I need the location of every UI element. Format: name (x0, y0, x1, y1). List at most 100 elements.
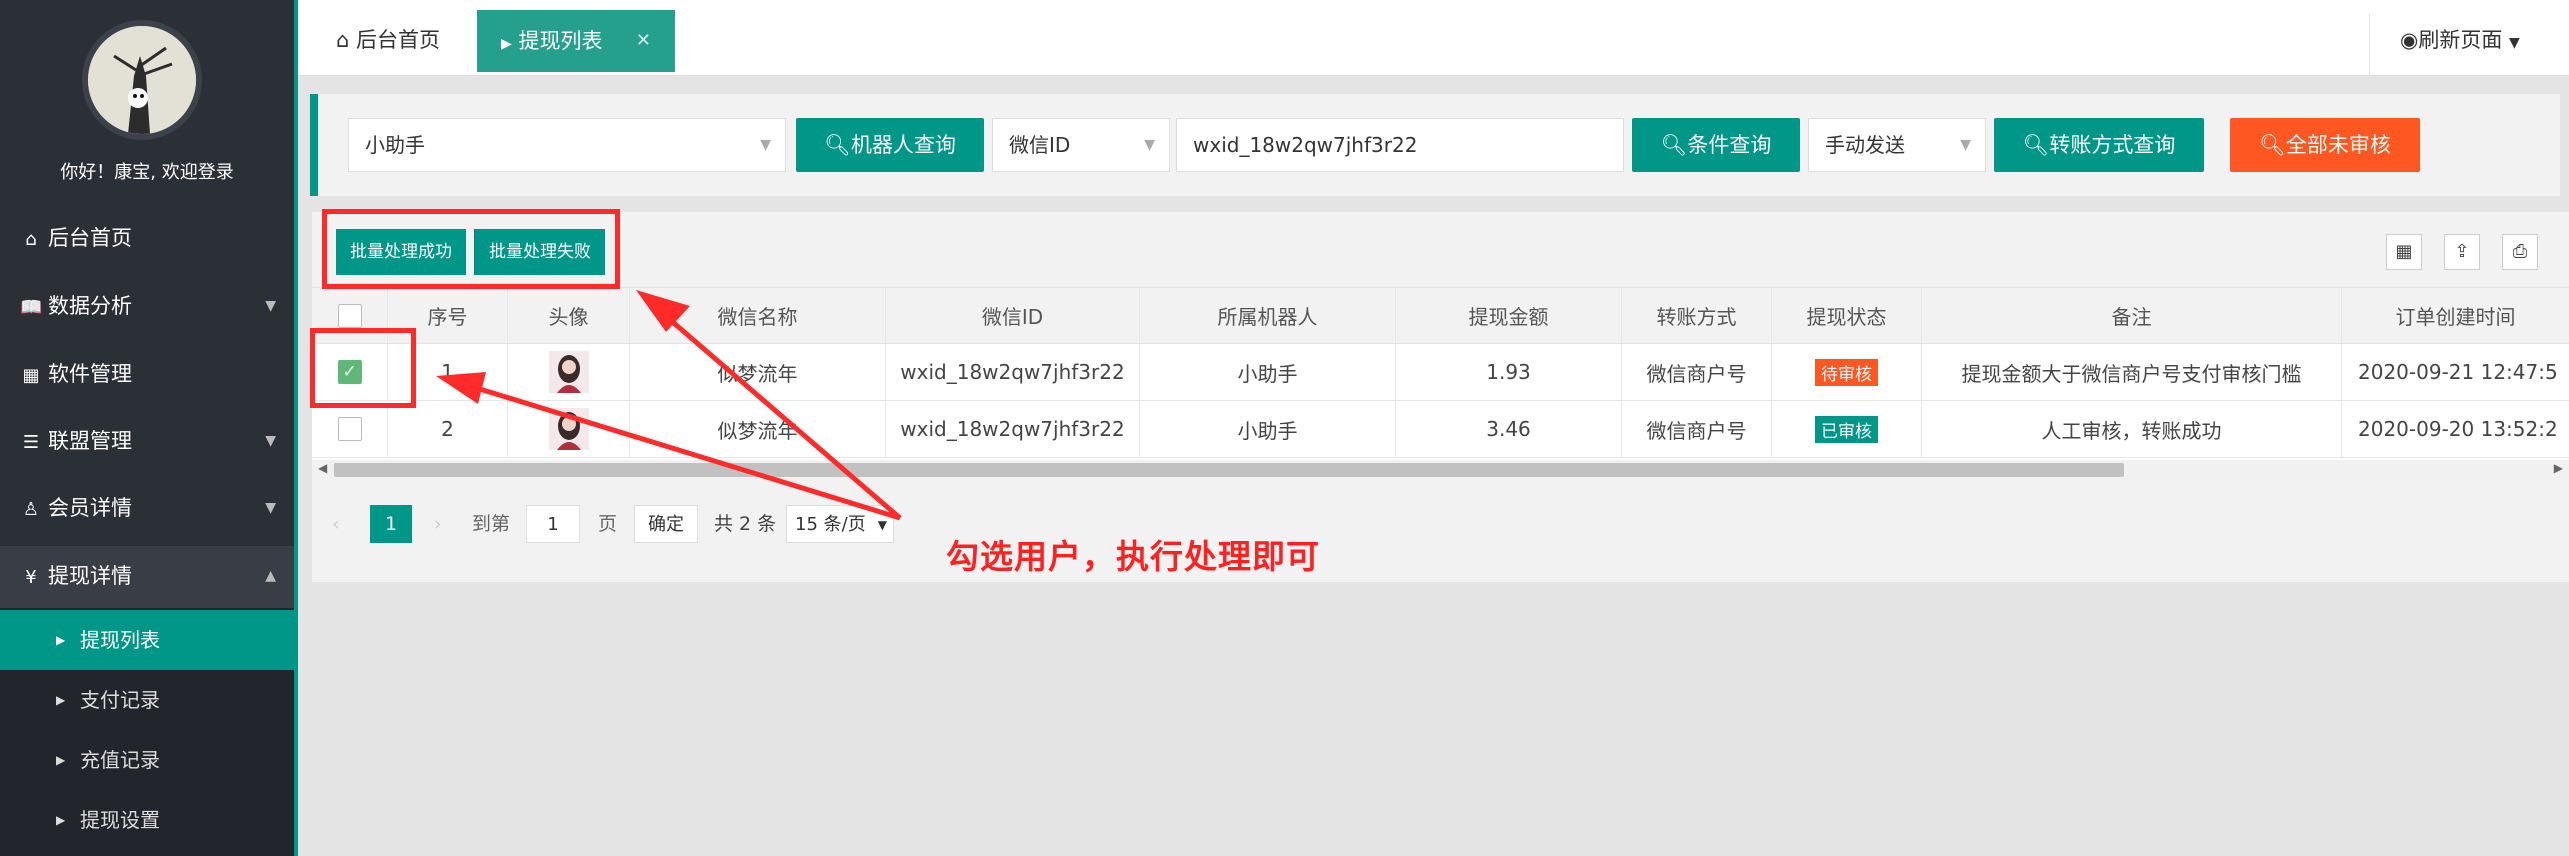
column-header[interactable]: 微信名称 (630, 288, 886, 343)
scroll-left-icon[interactable]: ◀ (318, 461, 327, 475)
sidebar-item-home[interactable]: ⌂ 后台首页 (0, 208, 294, 268)
next-page-icon[interactable]: › (434, 505, 442, 543)
user-avatar-thumb[interactable] (548, 351, 589, 393)
user-icon: ♙ (22, 499, 40, 520)
sidebar-item-withdraw[interactable]: ¥ 提现详情 ▲ (0, 546, 294, 608)
cell-status: 待审核 (1772, 344, 1922, 400)
top-tab-bar: ⌂ 后台首页 ▶ 提现列表 ✕ ◉刷新页面 ▼ (298, 0, 2569, 76)
sidebar-item-label: 后台首页 (48, 226, 132, 250)
field-select-value: 微信ID (1009, 133, 1071, 157)
table-row[interactable]: ✓ 1 似梦流年 wxid_18w2qw7jhf3r22 小助手 1.93 微信… (312, 344, 2569, 401)
per-page-select[interactable]: 15 条/页 ▼ (786, 505, 894, 543)
annotation-text: 勾选用户，执行处理即可 (946, 537, 1320, 576)
table-panel: 批量处理成功 批量处理失败 ▦ ⇪ ⎙ 序号 头像 微信名称 微信ID 所属机器… (312, 212, 2569, 582)
status-badge: 已审核 (1815, 415, 1878, 443)
per-page-value: 15 条/页 (795, 514, 866, 535)
chevron-down-icon: ▼ (760, 137, 771, 153)
goto-confirm-button[interactable]: 确定 (634, 505, 698, 543)
cell-remark: 提现金额大于微信商户号支付审核门槛 (1922, 344, 2342, 400)
sidebar-item-software[interactable]: ▦ 软件管理 (0, 344, 294, 404)
button-label: 机器人查询 (850, 133, 956, 157)
robot-query-button[interactable]: 🔍︎机器人查询 (796, 118, 984, 172)
cell-robot: 小助手 (1140, 401, 1396, 457)
column-header[interactable]: 提现金额 (1396, 288, 1622, 343)
user-avatar-thumb[interactable] (548, 408, 589, 450)
button-label: 全部未审核 (2285, 133, 2391, 157)
search-icon: 🔍︎ (824, 133, 851, 157)
scroll-right-icon[interactable]: ▶ (2554, 461, 2563, 475)
cell-created-time: 2020-09-20 13:52:2 (2358, 417, 2558, 441)
close-icon[interactable]: ✕ (636, 10, 651, 72)
row-select-cell (312, 401, 388, 457)
sidebar-subitem-recharge-records[interactable]: ▶ 充值记录 (0, 730, 294, 790)
chevron-down-icon: ▼ (1144, 137, 1155, 153)
welcome-text: 你好！康宝, 欢迎登录 (60, 162, 234, 183)
sidebar-subitem-payment-records[interactable]: ▶ 支付记录 (0, 670, 294, 730)
cell-avatar (508, 344, 630, 400)
column-header[interactable]: 微信ID (886, 288, 1140, 343)
sidebar-subitem-withdraw-list[interactable]: ▶ 提现列表 (0, 610, 294, 670)
search-icon: 🔍︎ (2022, 133, 2050, 157)
caret-down-icon: ▼ (265, 500, 276, 516)
transfer-query-button[interactable]: 🔍︎转账方式查询 (1994, 118, 2204, 172)
sidebar-item-alliance[interactable]: ☰ 联盟管理 ▼ (0, 411, 294, 471)
column-header[interactable]: 备注 (1922, 288, 2342, 343)
sidebar-edge (294, 0, 298, 856)
refresh-page-button[interactable]: ◉刷新页面 ▼ (2369, 14, 2569, 76)
field-select[interactable]: 微信ID ▼ (992, 118, 1170, 172)
yen-icon: ¥ (25, 567, 37, 588)
table-row[interactable]: 2 似梦流年 wxid_18w2qw7jhf3r22 小助手 3.46 微信商户… (312, 401, 2569, 458)
cell-created-time: 2020-09-21 12:47:5 (2358, 360, 2558, 384)
transfer-method-select[interactable]: 手动发送 ▼ (1808, 118, 1986, 172)
page-current[interactable]: 1 (370, 505, 412, 543)
prev-page-icon[interactable]: ‹ (332, 505, 340, 543)
select-all-checkbox[interactable] (337, 303, 362, 328)
robot-select[interactable]: 小助手 ▼ (348, 118, 786, 172)
sidebar-item-members[interactable]: ♙ 会员详情 ▼ (0, 478, 294, 538)
caret-up-icon: ▲ (265, 568, 276, 584)
cell-status: 已审核 (1772, 401, 1922, 457)
refresh-label: 刷新页面 (2418, 28, 2503, 52)
method-select-value: 手动发送 (1825, 133, 1905, 157)
row-checkbox[interactable] (337, 417, 362, 441)
grid-icon: ▦ (22, 365, 40, 386)
triangle-right-icon: ▶ (56, 813, 66, 827)
export-icon[interactable]: ⇪ (2444, 234, 2480, 270)
scrollbar-thumb[interactable] (334, 463, 2124, 477)
button-label: 转账方式查询 (2049, 133, 2176, 157)
horizontal-scrollbar[interactable]: ◀ ▶ (312, 460, 2569, 480)
triangle-right-icon: ▶ (56, 633, 66, 647)
avatar-image (556, 412, 581, 450)
column-header[interactable]: 订单创建时间 (2342, 288, 2569, 343)
sidebar-item-data-analysis[interactable]: 📖 数据分析 ▼ (0, 276, 294, 336)
cell-no: 2 (388, 401, 508, 457)
goto-page-input[interactable]: 1 (526, 505, 580, 543)
all-unreviewed-button[interactable]: 🔍︎全部未审核 (2230, 118, 2420, 172)
pagination: ‹ 1 › 到第 1 页 确定 共 2 条 15 条/页 ▼ (312, 480, 2569, 582)
tab-withdraw-list[interactable]: ▶ 提现列表 ✕ (477, 10, 675, 72)
column-header[interactable]: 所属机器人 (1140, 288, 1396, 343)
print-icon[interactable]: ⎙ (2502, 234, 2538, 270)
list-icon: ☰ (22, 432, 40, 453)
cell-wechat-name: 似梦流年 (630, 401, 886, 457)
caret-down-icon: ▼ (2509, 35, 2520, 51)
sidebar-subitem-label: 充值记录 (80, 748, 160, 772)
condition-query-button[interactable]: 🔍︎条件查询 (1632, 118, 1800, 172)
status-badge: 待审核 (1815, 358, 1878, 386)
search-icon: 🔍︎ (1660, 133, 1688, 157)
cell-robot: 小助手 (1140, 344, 1396, 400)
total-count: 共 2 条 (714, 513, 777, 535)
sidebar-subitem-withdraw-settings[interactable]: ▶ 提现设置 (0, 790, 294, 850)
keyword-input[interactable]: wxid_18w2qw7jhf3r22 (1176, 118, 1624, 172)
cell-avatar (508, 401, 630, 457)
column-header[interactable]: 提现状态 (1772, 288, 1922, 343)
user-avatar[interactable] (82, 20, 202, 140)
sidebar-item-label: 联盟管理 (48, 429, 132, 453)
columns-icon[interactable]: ▦ (2386, 234, 2422, 270)
cell-wechat-id: wxid_18w2qw7jhf3r22 (886, 344, 1140, 400)
chevron-down-icon: ▼ (877, 518, 887, 532)
column-header[interactable]: 转账方式 (1622, 288, 1772, 343)
tab-home[interactable]: ⌂ 后台首页 (318, 14, 458, 66)
search-bar: 小助手 ▼ 🔍︎机器人查询 微信ID ▼ wxid_18w2qw7jhf3r22… (310, 94, 2560, 196)
column-header[interactable]: 头像 (508, 288, 630, 343)
